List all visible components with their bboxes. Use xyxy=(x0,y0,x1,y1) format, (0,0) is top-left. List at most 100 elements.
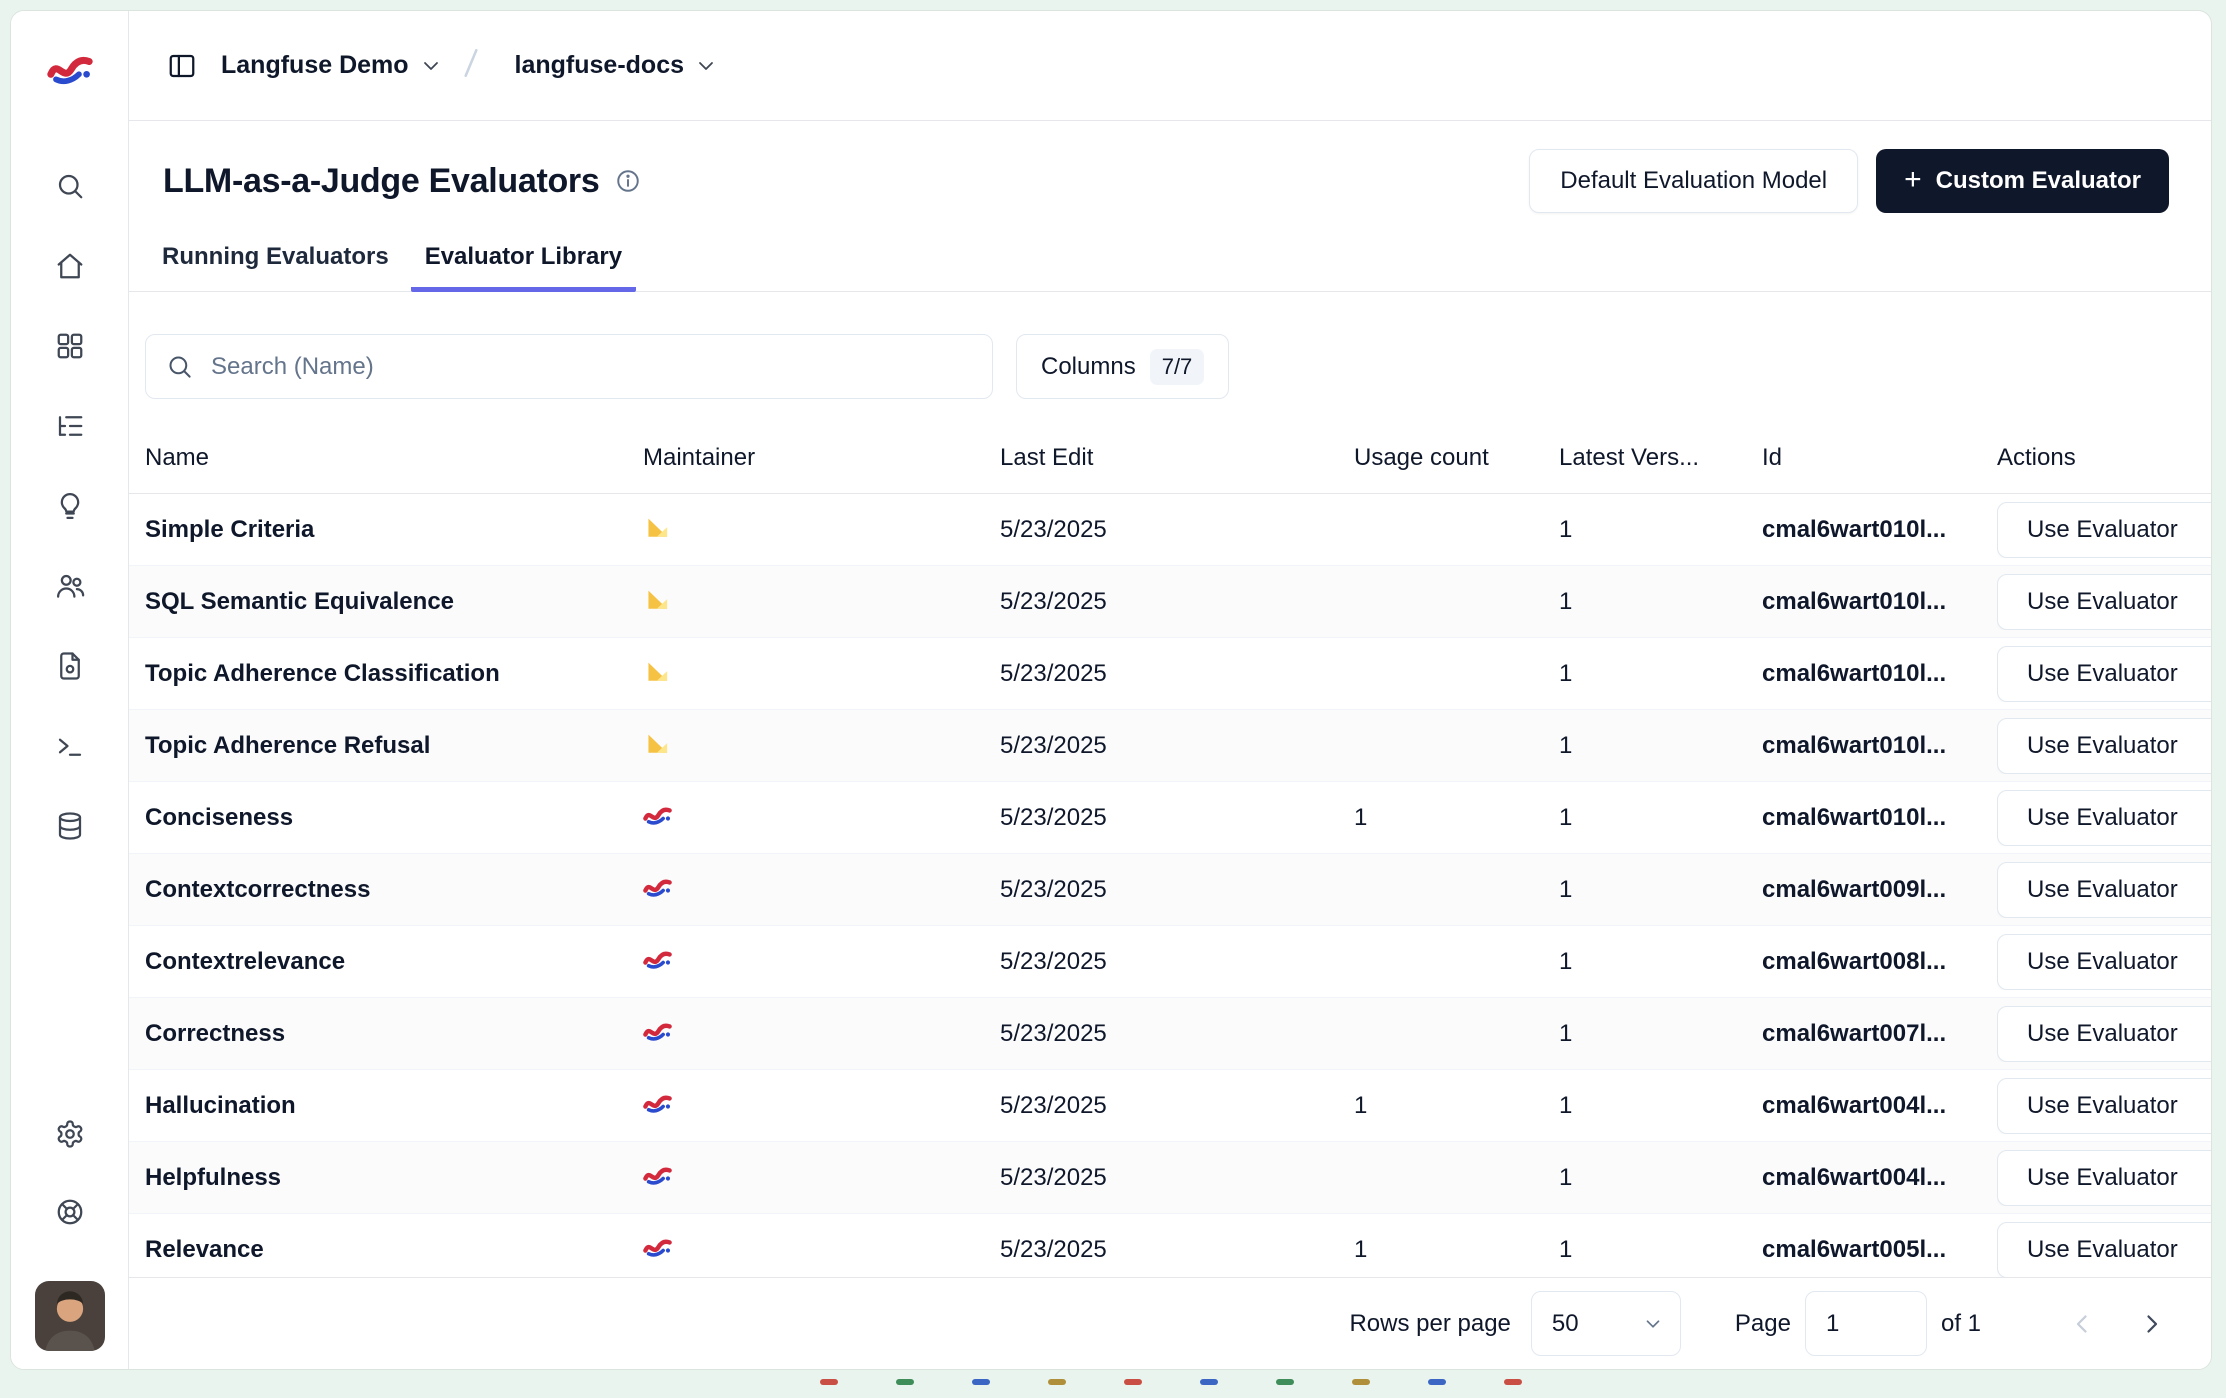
total-pages-label: of 1 xyxy=(1941,1310,1981,1338)
users-icon[interactable] xyxy=(43,559,97,613)
database-icon[interactable] xyxy=(43,799,97,853)
maintainer-cell xyxy=(643,1016,1000,1052)
use-evaluator-button[interactable]: Use Evaluator xyxy=(1997,502,2211,558)
rows-per-page-value: 50 xyxy=(1552,1310,1579,1338)
evaluator-name: Hallucination xyxy=(145,1092,643,1120)
tab-evaluator-library[interactable]: Evaluator Library xyxy=(411,243,636,292)
column-header-maintainer: Maintainer xyxy=(643,444,1000,472)
last-edit-cell: 5/23/2025 xyxy=(1000,516,1354,544)
chevron-down-icon xyxy=(419,54,443,78)
custom-evaluator-label: Custom Evaluator xyxy=(1936,167,2141,195)
sidebar-bottom xyxy=(43,1107,97,1239)
project-name: langfuse-docs xyxy=(515,51,684,80)
page-title: LLM-as-a-Judge Evaluators xyxy=(163,162,599,201)
use-evaluator-button[interactable]: Use Evaluator xyxy=(1997,1150,2211,1206)
project-switcher[interactable]: langfuse-docs xyxy=(515,51,718,80)
document-badge-icon[interactable] xyxy=(43,639,97,693)
plus-icon: + xyxy=(1904,165,1922,195)
table-row[interactable]: SQL Semantic Equivalence 5/23/2025 1 cma… xyxy=(129,566,2211,638)
last-edit-cell: 5/23/2025 xyxy=(1000,876,1354,904)
use-evaluator-button[interactable]: Use Evaluator xyxy=(1997,1006,2211,1062)
use-evaluator-button[interactable]: Use Evaluator xyxy=(1997,790,2211,846)
last-edit-cell: 5/23/2025 xyxy=(1000,1164,1354,1192)
table-row[interactable]: Topic Adherence Refusal 5/23/2025 1 cmal… xyxy=(129,710,2211,782)
evaluator-name: Conciseness xyxy=(145,804,643,832)
langfuse-icon xyxy=(643,872,672,901)
background-page-artifacts xyxy=(820,1379,1522,1385)
home-icon[interactable] xyxy=(43,239,97,293)
last-edit-cell: 5/23/2025 xyxy=(1000,588,1354,616)
evaluator-name: Contextcorrectness xyxy=(145,876,643,904)
rows-per-page-select[interactable]: 50 xyxy=(1531,1291,1681,1356)
evaluator-id-cell: cmal6wart009l... xyxy=(1762,876,1997,904)
last-edit-cell: 5/23/2025 xyxy=(1000,804,1354,832)
user-avatar[interactable] xyxy=(35,1281,105,1351)
table-row[interactable]: Relevance 5/23/2025 1 1 cmal6wart005l...… xyxy=(129,1214,2211,1277)
chevron-down-icon xyxy=(694,54,718,78)
evaluator-name: Contextrelevance xyxy=(145,948,643,976)
search-icon xyxy=(166,353,193,380)
terminal-icon[interactable] xyxy=(43,719,97,773)
latest-version-cell: 1 xyxy=(1559,732,1762,760)
use-evaluator-button[interactable]: Use Evaluator xyxy=(1997,1078,2211,1134)
search-box[interactable] xyxy=(145,334,993,399)
table-row[interactable]: Conciseness 5/23/2025 1 1 cmal6wart010l.… xyxy=(129,782,2211,854)
chevron-down-icon xyxy=(1642,1313,1664,1335)
maintainer-cell xyxy=(643,584,1000,620)
sidebar-toggle-icon[interactable] xyxy=(159,43,205,89)
info-icon[interactable] xyxy=(615,168,641,194)
org-switcher[interactable]: Langfuse Demo xyxy=(221,51,443,80)
columns-label: Columns xyxy=(1041,353,1136,381)
use-evaluator-button[interactable]: Use Evaluator xyxy=(1997,1222,2211,1278)
search-input[interactable] xyxy=(209,352,972,382)
next-page-button[interactable] xyxy=(2127,1300,2175,1348)
page-number-input[interactable] xyxy=(1805,1291,1927,1356)
table-row[interactable]: Correctness 5/23/2025 1 cmal6wart007l...… xyxy=(129,998,2211,1070)
use-evaluator-button[interactable]: Use Evaluator xyxy=(1997,934,2211,990)
table-row[interactable]: Helpfulness 5/23/2025 1 cmal6wart004l...… xyxy=(129,1142,2211,1214)
last-edit-cell: 5/23/2025 xyxy=(1000,1236,1354,1264)
last-edit-cell: 5/23/2025 xyxy=(1000,948,1354,976)
table-row[interactable]: Hallucination 5/23/2025 1 1 cmal6wart004… xyxy=(129,1070,2211,1142)
table-row[interactable]: Contextrelevance 5/23/2025 1 cmal6wart00… xyxy=(129,926,2211,998)
column-header-last-edit: Last Edit xyxy=(1000,444,1354,472)
default-evaluation-model-button[interactable]: Default Evaluation Model xyxy=(1529,149,1858,213)
tab-running-evaluators[interactable]: Running Evaluators xyxy=(148,243,403,292)
custom-evaluator-button[interactable]: + Custom Evaluator xyxy=(1876,149,2169,213)
settings-gear-icon[interactable] xyxy=(43,1107,97,1161)
traces-tree-icon[interactable] xyxy=(43,399,97,453)
table-body: Simple Criteria 5/23/2025 1 cmal6wart010… xyxy=(129,494,2211,1277)
actions-cell: Use Evaluator xyxy=(1997,862,2211,918)
actions-cell: Use Evaluator xyxy=(1997,790,2211,846)
table-row[interactable]: Simple Criteria 5/23/2025 1 cmal6wart010… xyxy=(129,494,2211,566)
use-evaluator-button[interactable]: Use Evaluator xyxy=(1997,574,2211,630)
ragas-icon xyxy=(643,512,672,541)
latest-version-cell: 1 xyxy=(1559,588,1762,616)
column-header-id: Id xyxy=(1762,444,1997,472)
lightbulb-icon[interactable] xyxy=(43,479,97,533)
latest-version-cell: 1 xyxy=(1559,1020,1762,1048)
table-row[interactable]: Topic Adherence Classification 5/23/2025… xyxy=(129,638,2211,710)
use-evaluator-button[interactable]: Use Evaluator xyxy=(1997,862,2211,918)
maintainer-cell xyxy=(643,1088,1000,1124)
dashboard-grid-icon[interactable] xyxy=(43,319,97,373)
pagination-footer: Rows per page 50 Page of 1 xyxy=(129,1277,2211,1369)
latest-version-cell: 1 xyxy=(1559,876,1762,904)
previous-page-button[interactable] xyxy=(2059,1300,2107,1348)
last-edit-cell: 5/23/2025 xyxy=(1000,660,1354,688)
column-header-latest-version: Latest Vers... xyxy=(1559,444,1762,472)
use-evaluator-button[interactable]: Use Evaluator xyxy=(1997,646,2211,702)
support-lifebuoy-icon[interactable] xyxy=(43,1185,97,1239)
last-edit-cell: 5/23/2025 xyxy=(1000,1020,1354,1048)
breadcrumb-slash-icon xyxy=(457,46,485,85)
evaluator-id-cell: cmal6wart008l... xyxy=(1762,948,1997,976)
search-icon[interactable] xyxy=(43,159,97,213)
langfuse-logo-icon[interactable] xyxy=(47,49,93,87)
use-evaluator-button[interactable]: Use Evaluator xyxy=(1997,718,2211,774)
table-row[interactable]: Contextcorrectness 5/23/2025 1 cmal6wart… xyxy=(129,854,2211,926)
main-area: Langfuse Demo langfuse-docs LLM-as-a-Jud… xyxy=(129,11,2211,1369)
actions-cell: Use Evaluator xyxy=(1997,934,2211,990)
last-edit-cell: 5/23/2025 xyxy=(1000,1092,1354,1120)
columns-button[interactable]: Columns 7/7 xyxy=(1016,334,1229,399)
usage-count-cell: 1 xyxy=(1354,1092,1559,1120)
